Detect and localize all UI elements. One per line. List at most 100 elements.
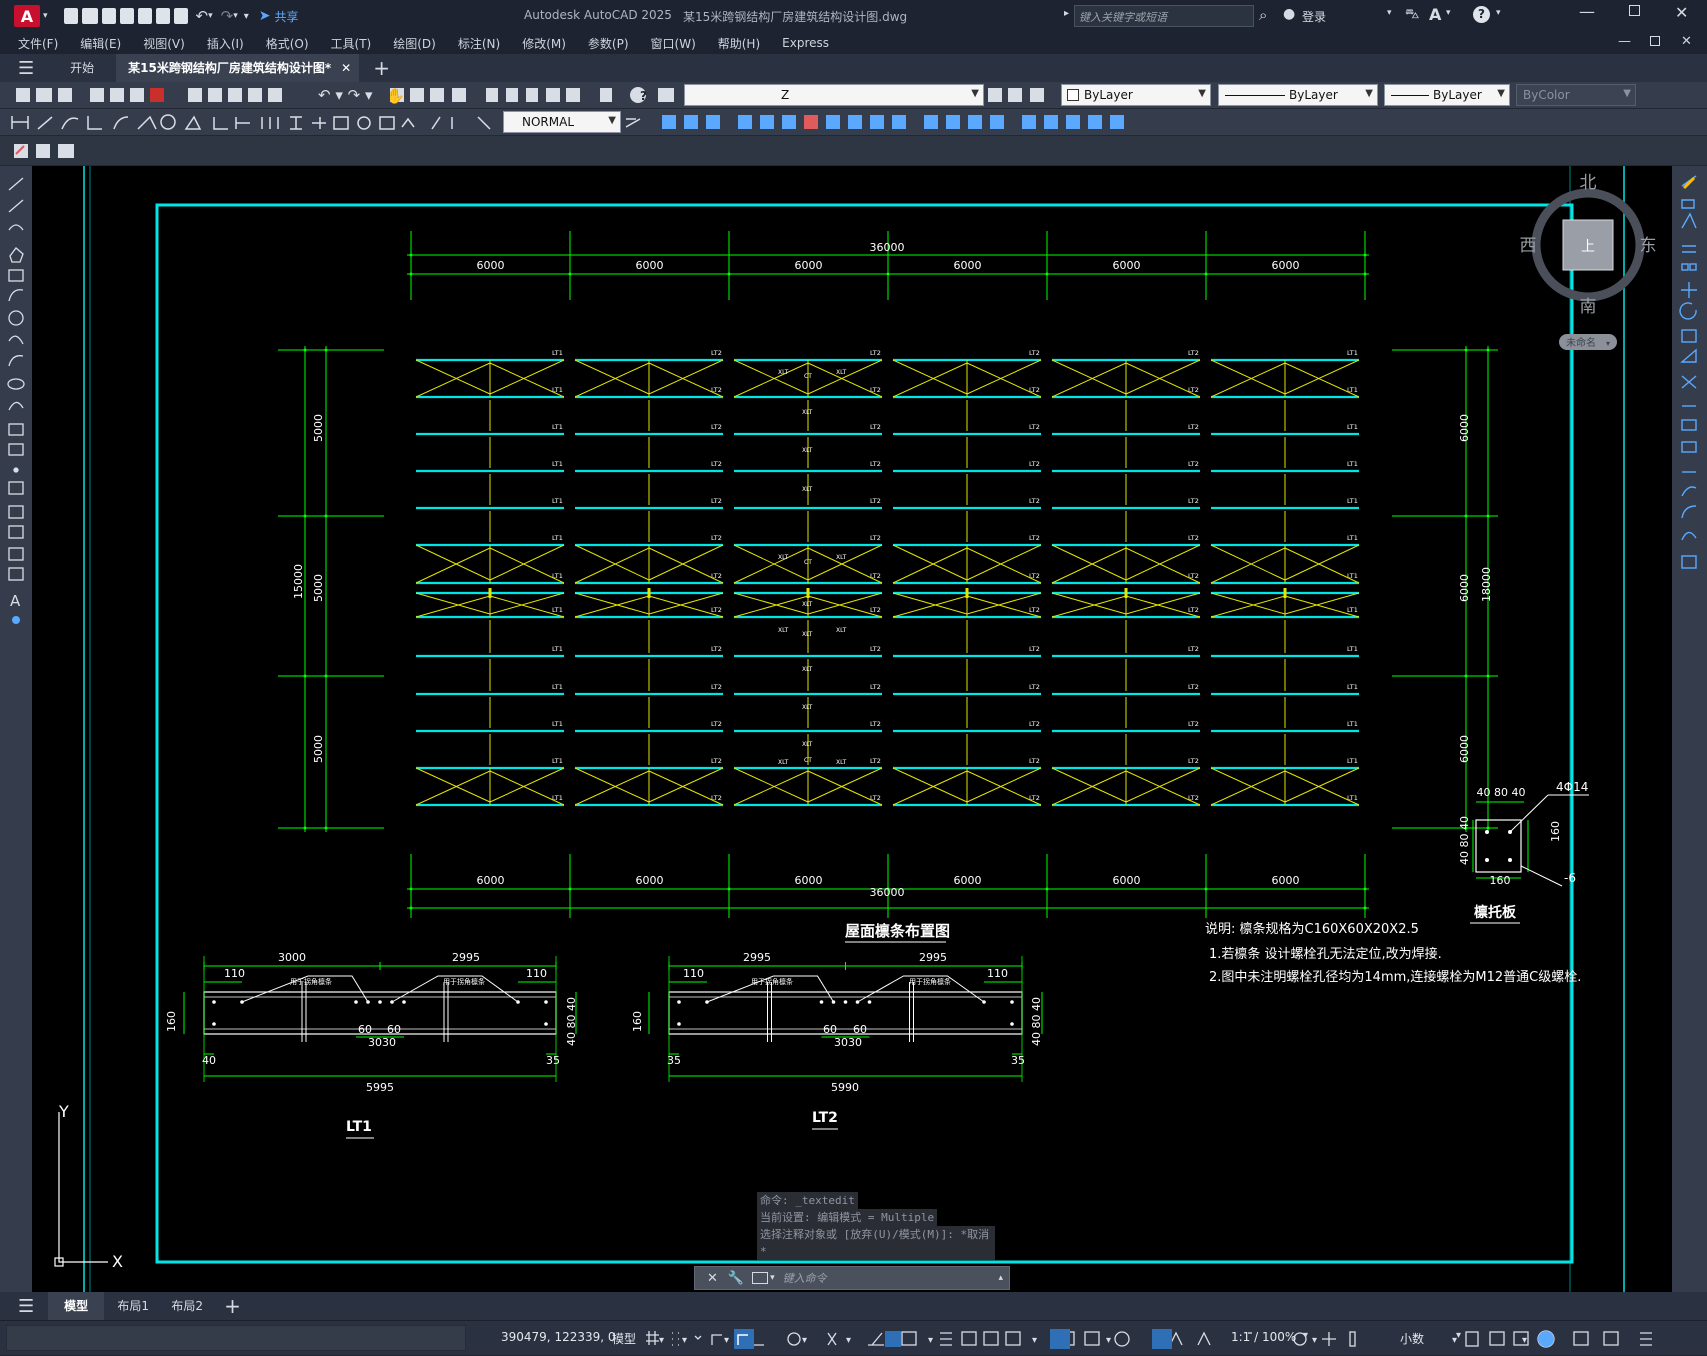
- help-arrow-icon[interactable]: ▾: [1496, 8, 1501, 18]
- annotation-scale-arrow-icon[interactable]: ▾: [1303, 1330, 1308, 1341]
- minimize-icon[interactable]: —: [1579, 2, 1595, 21]
- d1-right-end: 35: [546, 1054, 560, 1067]
- tab-model[interactable]: 模型: [48, 1292, 105, 1320]
- close-icon[interactable]: ✕: [1675, 3, 1688, 22]
- purlin-label: LT2: [1188, 572, 1199, 580]
- color-dropdown[interactable]: ByLayer ▼: [1061, 84, 1211, 106]
- doc-minimize-icon[interactable]: —: [1618, 34, 1631, 49]
- share-icon[interactable]: ➤: [259, 8, 271, 24]
- coordinate-readout[interactable]: 390479, 122339, 0: [501, 1330, 616, 1344]
- cart-icon[interactable]: ⛍: [1405, 6, 1419, 24]
- units-arrow-icon[interactable]: ▾: [1456, 1330, 1461, 1341]
- doc-close-icon[interactable]: ✕: [1681, 34, 1692, 49]
- search-input[interactable]: 键入关键字或短语: [1074, 5, 1254, 27]
- layer-dropdown[interactable]: Z ▼: [684, 84, 984, 106]
- d1-left-end: 40: [202, 1054, 216, 1067]
- menu-modify[interactable]: 修改(M): [522, 35, 566, 52]
- menu-draw[interactable]: 绘图(D): [393, 35, 436, 52]
- menu-help[interactable]: 帮助(H): [718, 35, 760, 52]
- command-expand-icon[interactable]: ▴: [998, 1273, 1003, 1283]
- quick-saveas-icon[interactable]: [119, 8, 134, 24]
- viewcube-north[interactable]: 北: [1580, 173, 1597, 193]
- redo-icon[interactable]: ↷: [221, 7, 234, 25]
- quick-save-icon[interactable]: [101, 8, 116, 24]
- viewcube-west[interactable]: 西: [1520, 236, 1537, 256]
- purlin-elevation: [203, 991, 557, 1035]
- tab-layout1[interactable]: 布局1: [106, 1292, 160, 1320]
- add-layout-icon[interactable]: +: [224, 1294, 241, 1318]
- quick-new-icon[interactable]: [63, 8, 78, 24]
- draw-toolbar-icons[interactable]: A: [0, 166, 32, 626]
- drawing-border: [155, 203, 1574, 1264]
- annotation-scale[interactable]: 1:1 / 100%: [1231, 1330, 1296, 1344]
- brace-line: [489, 770, 565, 806]
- tab-active-drawing[interactable]: 某15米跨钢结构厂房建筑结构设计图* ✕: [116, 54, 360, 82]
- autodesk-a-icon[interactable]: A: [1429, 5, 1441, 24]
- quick-web-icon[interactable]: [137, 8, 152, 24]
- units-display[interactable]: 小数: [1400, 1330, 1424, 1347]
- user-icon[interactable]: ●: [1283, 6, 1295, 22]
- drawing-svg[interactable]: LT1 LT1 LT1 LT1 LT1 LT1 LT1 LT1 LT1 LT1 LT1 LT1 LT1 L…: [32, 166, 1672, 1292]
- app-logo[interactable]: A: [14, 5, 40, 27]
- menu-edit[interactable]: 编辑(E): [80, 35, 121, 52]
- notes-line-3: 2.图中未注明螺栓孔径均为14mm,连接螺栓为M12普通C级螺栓.: [1209, 969, 1581, 985]
- help-icon[interactable]: ?: [1473, 6, 1490, 23]
- workspace-toolbar-icons[interactable]: [0, 136, 100, 166]
- purlin-label: LT2: [1029, 423, 1040, 431]
- app-menu-arrow-icon[interactable]: ▾: [43, 11, 48, 21]
- linetype-sample: [1225, 95, 1285, 96]
- quick-open-icon[interactable]: [81, 8, 98, 24]
- search-icon[interactable]: ⌕: [1259, 6, 1267, 24]
- tab-close-icon[interactable]: ✕: [341, 54, 351, 82]
- customize-arrow-icon[interactable]: ▾: [244, 11, 249, 22]
- new-tab-icon[interactable]: +: [373, 56, 390, 80]
- quick-plot-icon[interactable]: [173, 8, 188, 24]
- model-space-button[interactable]: 模型: [612, 1330, 636, 1347]
- dim-dot: [886, 272, 890, 276]
- a-arrow-icon[interactable]: ▾: [1446, 8, 1451, 18]
- command-prompt-icon[interactable]: [752, 1272, 769, 1284]
- menu-file[interactable]: 文件(F): [18, 35, 58, 52]
- plotstyle-dropdown[interactable]: ByColor ▼: [1516, 84, 1636, 106]
- text-style-dropdown[interactable]: NORMAL ▼: [503, 111, 621, 133]
- menu-window[interactable]: 窗口(W): [651, 35, 696, 52]
- menu-format[interactable]: 格式(O): [266, 35, 309, 52]
- login-arrow-icon[interactable]: ▾: [1387, 8, 1392, 18]
- menu-insert[interactable]: 插入(I): [207, 35, 244, 52]
- viewcube-east[interactable]: 东: [1640, 236, 1657, 256]
- dimension-toolbar-icons[interactable]: [0, 109, 1707, 136]
- purlin-label: LT1: [552, 794, 563, 802]
- viewcube-top-face[interactable]: 上: [1581, 239, 1595, 255]
- purlin-label: LT1: [552, 572, 563, 580]
- command-input[interactable]: 键入命令: [783, 1270, 999, 1286]
- quick-publish-icon[interactable]: [155, 8, 170, 24]
- modify-toolbar-icons[interactable]: [1672, 166, 1707, 576]
- search-arrow-icon[interactable]: ▸: [1064, 8, 1069, 19]
- status-toggle-icons[interactable]: ▾ ▾ ▾ ▾ ▾ ▾ ▾ ▾ ▾ ▾ ▾: [640, 1321, 1707, 1356]
- tab-layout2[interactable]: 布局2: [160, 1292, 214, 1320]
- undo-icon[interactable]: ↶: [196, 7, 209, 25]
- menu-dimension[interactable]: 标注(N): [458, 35, 500, 52]
- wcs-menu-label[interactable]: 未命名: [1566, 336, 1596, 349]
- viewcube-south[interactable]: 南: [1580, 297, 1597, 317]
- menu-view[interactable]: 视图(V): [143, 35, 185, 52]
- purlin-elevation: [668, 991, 1023, 1035]
- doc-restore-icon[interactable]: [1650, 36, 1660, 46]
- menu-express[interactable]: Express: [782, 36, 829, 50]
- menu-parametric[interactable]: 参数(P): [588, 35, 629, 52]
- linetype-dropdown[interactable]: ByLayer ▼: [1218, 84, 1378, 106]
- purlin-label: LT2: [1188, 386, 1199, 394]
- hamburger-menu-icon[interactable]: ☰: [18, 58, 34, 79]
- dim-dot: [409, 887, 413, 891]
- share-button[interactable]: 共享: [275, 8, 299, 25]
- wcs-menu-arrow-icon[interactable]: ▾: [1606, 339, 1610, 348]
- tab-start[interactable]: 开始: [56, 54, 109, 82]
- maximize-icon[interactable]: [1629, 5, 1640, 16]
- command-customize-icon[interactable]: 🔧: [728, 1271, 744, 1286]
- command-close-icon[interactable]: ✕: [707, 1271, 718, 1286]
- menu-tools[interactable]: 工具(T): [331, 35, 372, 52]
- lineweight-dropdown[interactable]: ByLayer ▼: [1384, 84, 1510, 106]
- layout-menu-icon[interactable]: ☰: [18, 1296, 34, 1317]
- drawing-canvas[interactable]: LT1 LT1 LT1 LT1 LT1 LT1 LT1 LT1 LT1 LT1 LT1 LT1 LT1 L…: [32, 166, 1672, 1292]
- login-button[interactable]: 登录: [1302, 8, 1326, 25]
